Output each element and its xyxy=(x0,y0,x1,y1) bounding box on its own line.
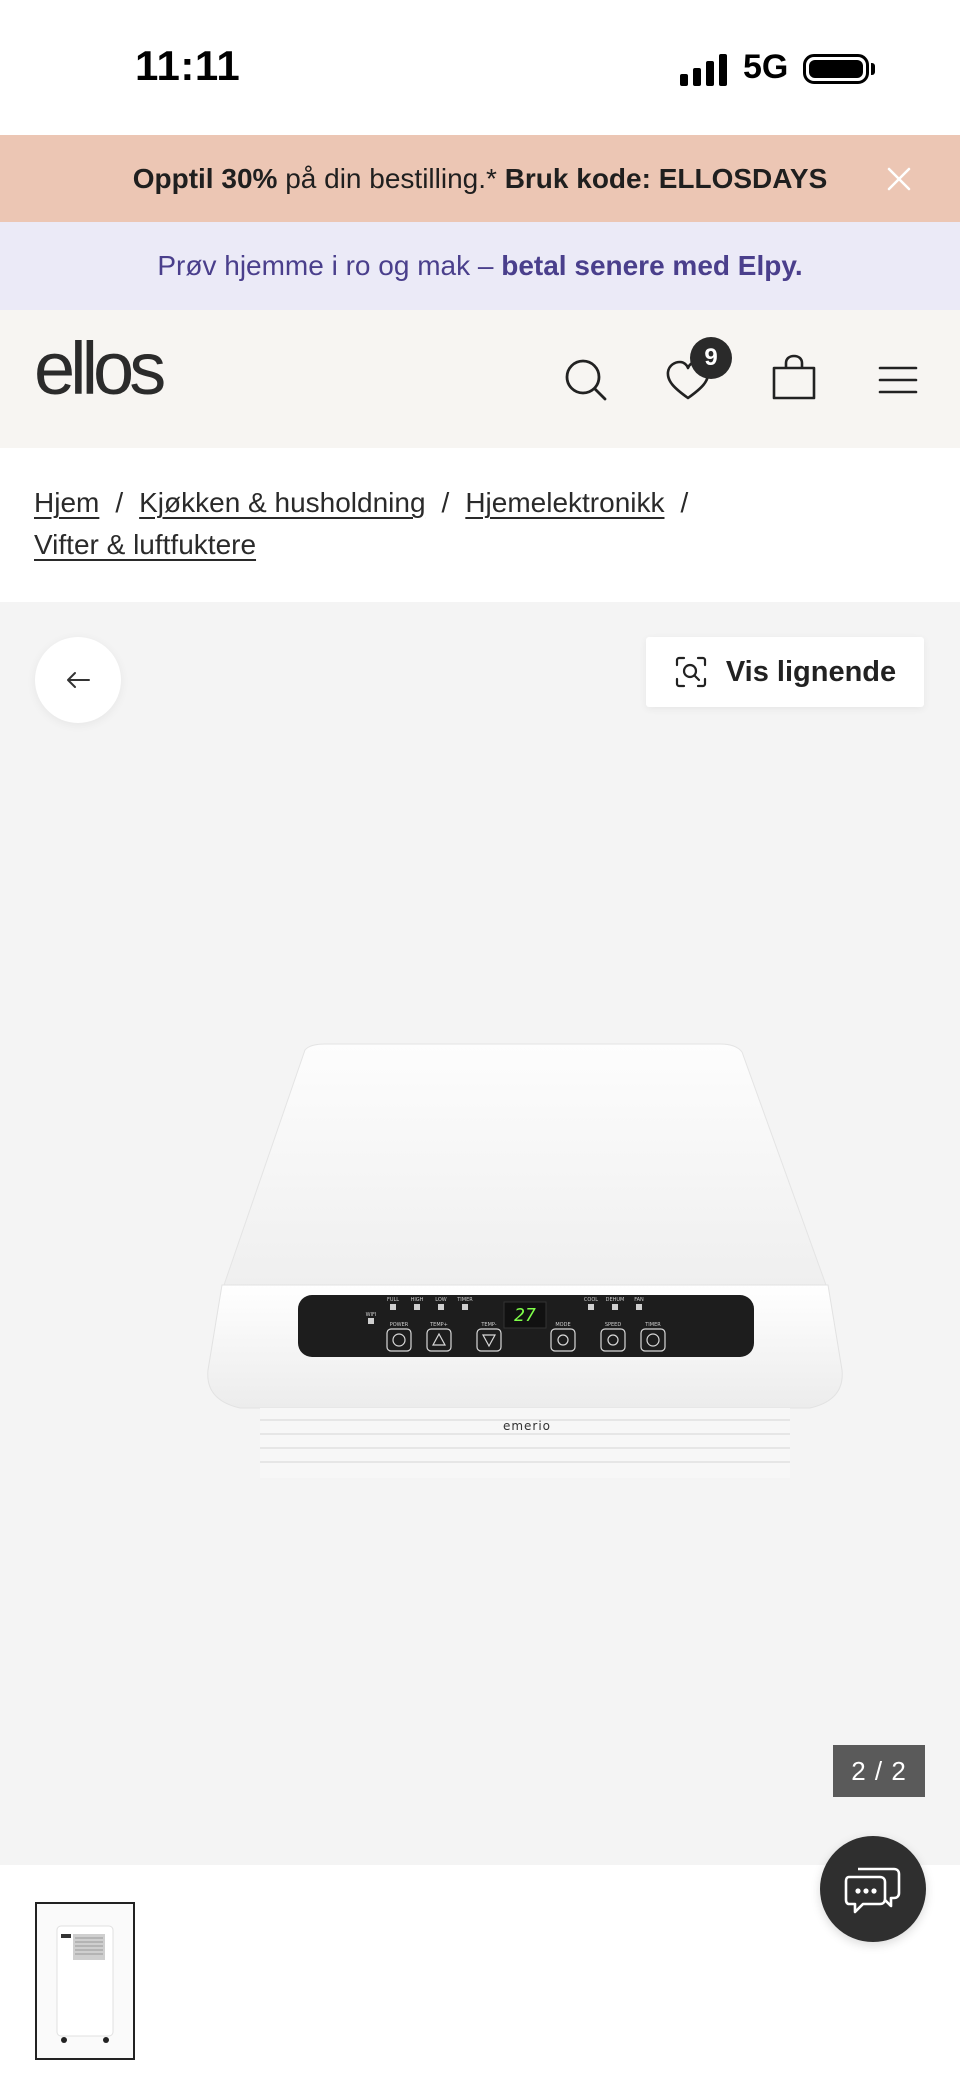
brand-logo: emerio xyxy=(503,1419,551,1433)
promo-highlight: Opptil 30% xyxy=(132,162,278,194)
status-time: 11:11 xyxy=(135,42,241,89)
svg-text:POWER: POWER xyxy=(390,1322,409,1328)
promo-middle: på din bestilling.* xyxy=(277,162,505,194)
svg-text:DEHUM: DEHUM xyxy=(606,1297,625,1303)
svg-text:COOL: COOL xyxy=(584,1297,598,1303)
back-button[interactable] xyxy=(35,637,121,723)
chat-button[interactable] xyxy=(820,1836,926,1942)
breadcrumb-home[interactable]: Hjem xyxy=(34,487,99,518)
breadcrumb-kitchen[interactable]: Kjøkken & husholdning xyxy=(139,487,425,518)
show-similar-label: Vis lignende xyxy=(725,655,897,688)
svg-text:MODE: MODE xyxy=(555,1322,570,1328)
image-counter: 2 / 2 xyxy=(833,1745,925,1797)
show-similar-button[interactable]: Vis lignende xyxy=(646,637,924,707)
promo-code: Bruk kode: ELLOSDAYS xyxy=(504,162,828,194)
close-icon[interactable] xyxy=(880,160,918,198)
battery-tip xyxy=(871,63,875,75)
chat-icon xyxy=(844,1867,901,1914)
elpy-intro: Prøv hjemme i ro og mak – xyxy=(157,250,502,281)
thumbnail-1[interactable] xyxy=(35,1902,135,2060)
product-image: 27 FULL HIGH LOW TIMER COOL DEHUM FAN WI… xyxy=(207,1043,843,1478)
ellos-logo[interactable]: ellos xyxy=(34,326,166,411)
wishlist-count-badge: 9 xyxy=(690,337,732,379)
menu-icon[interactable] xyxy=(870,352,926,408)
network-type: 5G xyxy=(743,48,789,86)
svg-text:HIGH: HIGH xyxy=(411,1297,424,1303)
thumbnail-image xyxy=(56,1925,114,2043)
elpy-banner[interactable]: Prøv hjemme i ro og mak – betal senere m… xyxy=(0,222,960,310)
svg-text:WIFI: WIFI xyxy=(366,1312,377,1318)
search-icon[interactable] xyxy=(558,352,614,408)
breadcrumb-separator: / xyxy=(680,487,689,518)
bag-icon[interactable] xyxy=(766,350,822,406)
visual-search-icon xyxy=(675,656,706,688)
signal-icon xyxy=(680,52,730,86)
breadcrumb-fans[interactable]: Vifter & luftfuktere xyxy=(34,529,256,560)
breadcrumb-separator: / xyxy=(115,487,124,518)
promo-banner[interactable]: Opptil 30% på din bestilling.* Bruk kode… xyxy=(0,135,960,222)
breadcrumb-separator: / xyxy=(441,487,450,518)
temp-display: 27 xyxy=(514,1305,536,1326)
svg-text:FULL: FULL xyxy=(387,1297,399,1303)
svg-text:TIMER: TIMER xyxy=(456,1297,473,1303)
battery-icon xyxy=(803,54,869,84)
breadcrumb: Hjem / Kjøkken & husholdning / Hjemelektroni… xyxy=(34,482,934,566)
svg-text:TEMP-: TEMP- xyxy=(480,1322,496,1328)
svg-text:SPEED: SPEED xyxy=(605,1322,622,1328)
svg-text:TEMP+: TEMP+ xyxy=(429,1322,448,1328)
breadcrumb-home-electronics[interactable]: Hjemelektronikk xyxy=(465,487,664,518)
arrow-left-icon xyxy=(67,672,90,688)
promo-text: Opptil 30% på din bestilling.* Bruk kode… xyxy=(133,163,828,195)
elpy-text: Prøv hjemme i ro og mak – betal senere m… xyxy=(157,250,802,282)
svg-text:LOW: LOW xyxy=(435,1297,447,1303)
elpy-link: betal senere med Elpy. xyxy=(501,250,803,281)
svg-text:TIMER: TIMER xyxy=(644,1322,661,1328)
svg-text:FAN: FAN xyxy=(634,1297,644,1303)
